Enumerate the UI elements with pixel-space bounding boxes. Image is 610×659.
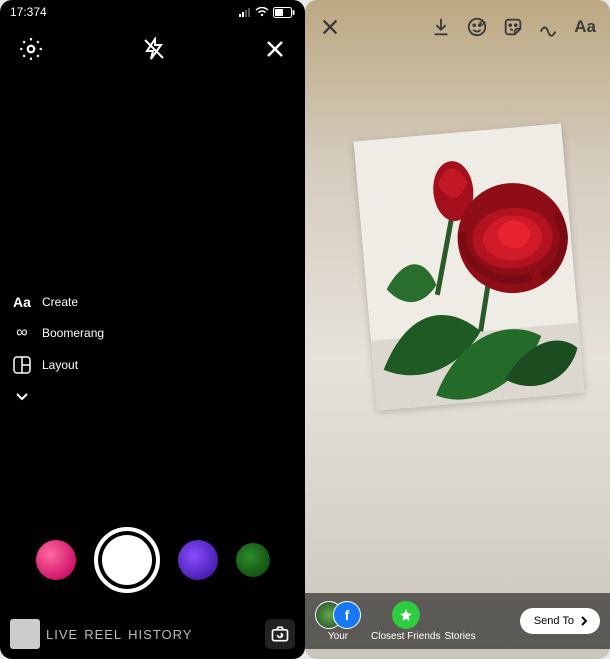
filter-carousel[interactable] [0, 527, 305, 593]
chevron-down-icon [12, 388, 32, 404]
audience-stories-label: Stories [444, 601, 475, 642]
shutter-button[interactable] [94, 527, 160, 593]
tab-history[interactable]: HISTORY [128, 627, 192, 642]
audience-close-friends[interactable]: Closest Friends [371, 601, 440, 642]
effects-icon[interactable] [466, 16, 488, 38]
status-time: 17:374 [10, 5, 47, 19]
editor-top-row: Aa [305, 0, 610, 54]
wifi-icon [255, 7, 269, 17]
story-canvas[interactable] [305, 72, 610, 572]
mode-label: Layout [42, 358, 78, 372]
gallery-thumbnail[interactable] [10, 619, 40, 649]
tab-reel[interactable]: REEL [84, 627, 122, 642]
filter-thumb-3[interactable] [236, 543, 270, 577]
star-icon [392, 601, 420, 629]
mode-create[interactable]: Aa Create [12, 294, 104, 310]
mode-label: Boomerang [42, 326, 104, 340]
status-icons [239, 7, 295, 18]
send-to-label: Send To [534, 615, 574, 627]
close-icon[interactable] [319, 16, 341, 38]
audience-label: Your [328, 631, 348, 642]
close-icon[interactable] [263, 37, 287, 61]
switch-camera-button[interactable] [265, 619, 295, 649]
text-aa-icon[interactable]: Aa [574, 17, 596, 37]
chevron-right-icon [578, 615, 590, 627]
download-icon[interactable] [430, 16, 452, 38]
flash-off-icon[interactable] [142, 37, 166, 61]
placed-photo[interactable] [354, 123, 585, 410]
sticker-icon[interactable] [502, 16, 524, 38]
text-aa-icon: Aa [12, 294, 32, 310]
infinity-icon: ∞ [12, 324, 32, 342]
facebook-icon: f [333, 601, 361, 629]
send-to-button[interactable]: Send To [520, 608, 600, 634]
filter-thumb-1[interactable] [36, 540, 76, 580]
status-bar: 17:374 [0, 0, 305, 24]
battery-icon [273, 7, 295, 18]
camera-screen: 17:374 Aa Create ∞ [0, 0, 305, 659]
tab-live[interactable]: LIVE [46, 627, 78, 642]
share-bar: f Your Closest Friends Stories Send To [305, 593, 610, 649]
camera-bottom-tabs: LIVE REEL HISTORY [0, 619, 305, 649]
draw-icon[interactable] [538, 16, 560, 38]
settings-icon[interactable] [18, 36, 44, 62]
mode-label: Create [42, 295, 78, 309]
layout-icon [12, 356, 32, 374]
mode-expand[interactable] [12, 388, 104, 404]
story-editor-screen: Aa [305, 0, 610, 659]
camera-top-row [0, 24, 305, 74]
audience-label: Stories [444, 631, 475, 642]
mode-layout[interactable]: Layout [12, 356, 104, 374]
mode-boomerang[interactable]: ∞ Boomerang [12, 324, 104, 342]
camera-modes-list: Aa Create ∞ Boomerang Layout [12, 280, 104, 418]
audience-your-story[interactable]: f Your [315, 601, 361, 642]
audience-label: Closest Friends [371, 631, 440, 642]
filter-thumb-2[interactable] [178, 540, 218, 580]
signal-icon [239, 7, 251, 17]
